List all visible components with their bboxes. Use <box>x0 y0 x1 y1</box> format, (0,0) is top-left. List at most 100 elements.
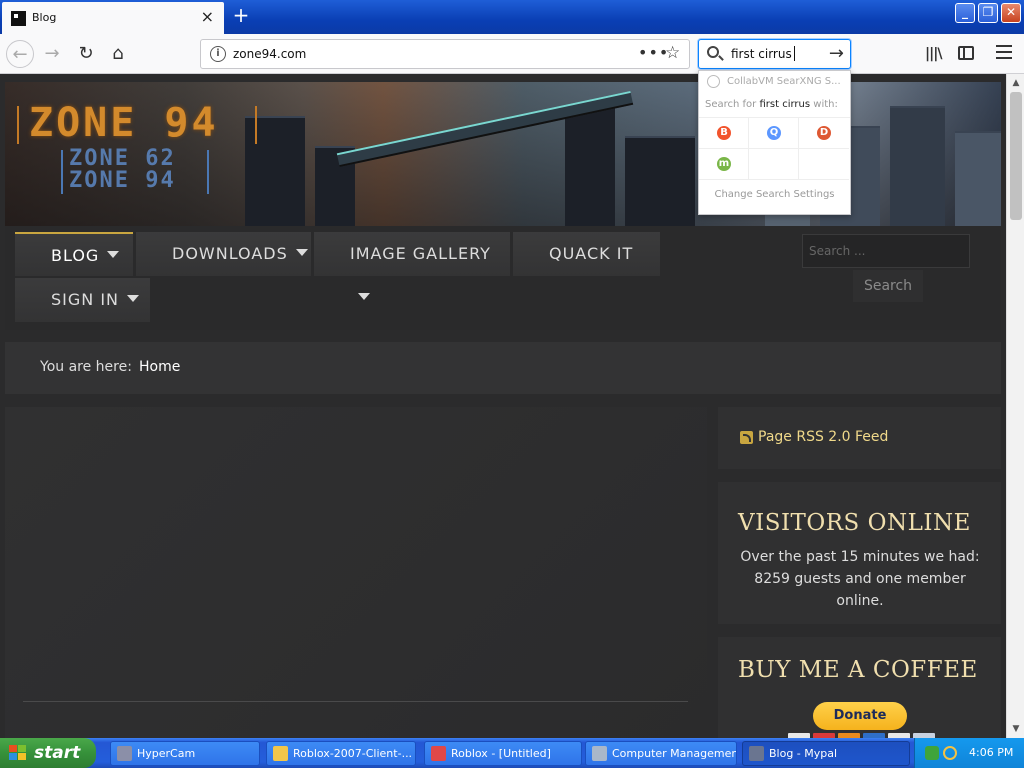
search-input[interactable]: first cirrus → <box>698 39 851 69</box>
hint-query: first cirrus <box>759 99 811 110</box>
change-search-settings-button[interactable]: Change Search Settings <box>699 189 850 200</box>
globe-icon <box>707 75 720 88</box>
sidebar-toggle-icon[interactable] <box>958 46 974 60</box>
task-label: Roblox - [Untitled] <box>451 747 551 760</box>
search-icon <box>707 46 719 58</box>
taskbar-item-computer-management[interactable]: Computer Management <box>585 741 737 766</box>
search-go-arrow-icon[interactable]: → <box>829 43 844 64</box>
network-tray-icon[interactable] <box>925 746 939 760</box>
donate-button[interactable]: Donate <box>813 702 907 730</box>
hint-prefix: Search for <box>705 99 757 110</box>
task-label: Computer Management <box>612 747 737 760</box>
text-cursor <box>794 46 795 61</box>
taskbar-item-roblox-untitled[interactable]: Roblox - [Untitled] <box>424 741 582 766</box>
chevron-down-icon <box>358 293 370 300</box>
page-scrollbar[interactable]: ▲ ▼ <box>1006 74 1024 738</box>
search-input-text[interactable]: first cirrus <box>731 47 792 61</box>
library-icon[interactable]: |||\ <box>925 46 942 62</box>
engine-duckduckgo-button[interactable]: D <box>799 118 849 149</box>
site-favicon-icon <box>11 11 26 26</box>
menu-item-label: IMAGE GALLERY <box>350 244 491 263</box>
home-button[interactable]: ⌂ <box>104 40 132 68</box>
url-text[interactable]: zone94.com <box>233 47 306 61</box>
task-label: Blog - Mypal <box>769 747 838 760</box>
duckduckgo-icon: D <box>817 126 831 140</box>
breadcrumb-prefix: You are here: <box>40 359 132 375</box>
visitors-text: Over the past 15 minutes we had: 8259 gu… <box>740 549 980 609</box>
site-search-button[interactable]: Search <box>853 270 923 302</box>
search-engine-grid: B Q D m <box>699 117 850 181</box>
search-suggestions-popup: CollabVM SearXNG S... Search for first c… <box>698 70 851 215</box>
chevron-down-icon <box>107 251 120 258</box>
sidebar-rss-module: Page RSS 2.0 Feed <box>718 407 1001 469</box>
task-label: HyperCam <box>137 747 196 760</box>
task-label: Roblox-2007-Client-... <box>293 747 413 760</box>
mypal-browser-icon <box>749 746 764 761</box>
engine-brave-button[interactable]: B <box>699 118 749 149</box>
content-divider <box>23 701 688 702</box>
taskbar-item-blog-mypal[interactable]: Blog - Mypal <box>742 741 910 766</box>
building-shape <box>955 131 1001 226</box>
menu-item-quack-it[interactable]: QUACK IT <box>513 232 660 276</box>
site-banner: ZONE 94 ZONE 62 ZONE 94 <box>5 82 1001 226</box>
scroll-up-arrow-icon[interactable]: ▲ <box>1009 76 1023 90</box>
folder-icon <box>273 746 288 761</box>
menu-item-label: QUACK IT <box>549 244 634 263</box>
clock[interactable]: 4:06 PM <box>969 746 1013 759</box>
logo-line-1: ZONE 94 <box>29 100 219 146</box>
site-logo[interactable]: ZONE 94 ZONE 62 ZONE 94 <box>17 100 257 210</box>
search-tray-icon[interactable] <box>943 746 957 760</box>
building-shape <box>890 106 945 226</box>
menu-item-downloads[interactable]: DOWNLOADS <box>136 232 311 276</box>
close-window-button[interactable]: ✕ <box>1001 3 1021 23</box>
hint-suffix: with: <box>813 99 838 110</box>
site-nav-menu: BLOG DOWNLOADS IMAGE GALLERY QUACK IT SI… <box>5 226 1001 330</box>
qwant-icon: Q <box>767 126 781 140</box>
main-content <box>5 407 707 738</box>
new-tab-button[interactable]: + <box>230 4 252 28</box>
chevron-down-icon <box>295 249 308 256</box>
back-button[interactable]: ← <box>6 40 34 68</box>
bookmark-star-icon[interactable]: ☆ <box>665 43 680 63</box>
engine-mojeek-button[interactable]: m <box>699 149 749 180</box>
engine-empty-slot <box>799 149 849 180</box>
menu-item-label: SIGN IN <box>51 290 120 309</box>
computer-management-icon <box>592 746 607 761</box>
windows-flag-icon <box>9 745 27 761</box>
tab-close-icon[interactable]: × <box>201 8 214 26</box>
breadcrumb-home-link[interactable]: Home <box>139 359 180 375</box>
url-bar[interactable]: i zone94.com ••• ☆ <box>200 39 690 69</box>
menu-item-label: DOWNLOADS <box>172 244 288 263</box>
scroll-down-arrow-icon[interactable]: ▼ <box>1009 722 1023 736</box>
menu-item-blog[interactable]: BLOG <box>15 232 133 276</box>
search-hint: Search for first cirrus with: <box>705 99 838 110</box>
search-suggestion-item[interactable]: CollabVM SearXNG S... <box>699 71 850 93</box>
start-label: start <box>34 743 81 763</box>
logo-line-3: ZONE 94 <box>69 168 176 193</box>
engine-empty-slot <box>749 149 799 180</box>
start-button[interactable]: start <box>0 738 96 768</box>
roblox-icon <box>431 746 446 761</box>
rss-icon <box>740 431 753 444</box>
menu-item-image-gallery[interactable]: IMAGE GALLERY <box>314 232 510 300</box>
rss-feed-link[interactable]: Page RSS 2.0 Feed <box>758 429 888 445</box>
tab-blog[interactable]: Blog × <box>2 2 224 34</box>
minimize-button[interactable]: _ <box>955 3 975 23</box>
menu-item-sign-in[interactable]: SIGN IN <box>15 278 150 322</box>
hamburger-menu-icon[interactable] <box>996 45 1012 61</box>
visitors-title: VISITORS ONLINE <box>738 510 971 536</box>
suggestion-text: CollabVM SearXNG S... <box>727 76 841 87</box>
engine-qwant-button[interactable]: Q <box>749 118 799 149</box>
maximize-button[interactable]: ❐ <box>978 3 998 23</box>
scrollbar-thumb[interactable] <box>1010 92 1022 220</box>
hypercam-icon <box>117 746 132 761</box>
brave-icon: B <box>717 126 731 140</box>
site-info-icon[interactable]: i <box>210 46 226 62</box>
menu-item-label: BLOG <box>51 246 100 265</box>
taskbar-item-hypercam[interactable]: HyperCam <box>110 741 260 766</box>
taskbar-item-roblox-client-folder[interactable]: Roblox-2007-Client-... <box>266 741 416 766</box>
forward-button[interactable]: → <box>38 40 66 68</box>
building-shape <box>565 106 615 226</box>
site-search-input[interactable]: Search ... <box>802 234 970 268</box>
reload-button[interactable]: ↻ <box>72 40 100 68</box>
